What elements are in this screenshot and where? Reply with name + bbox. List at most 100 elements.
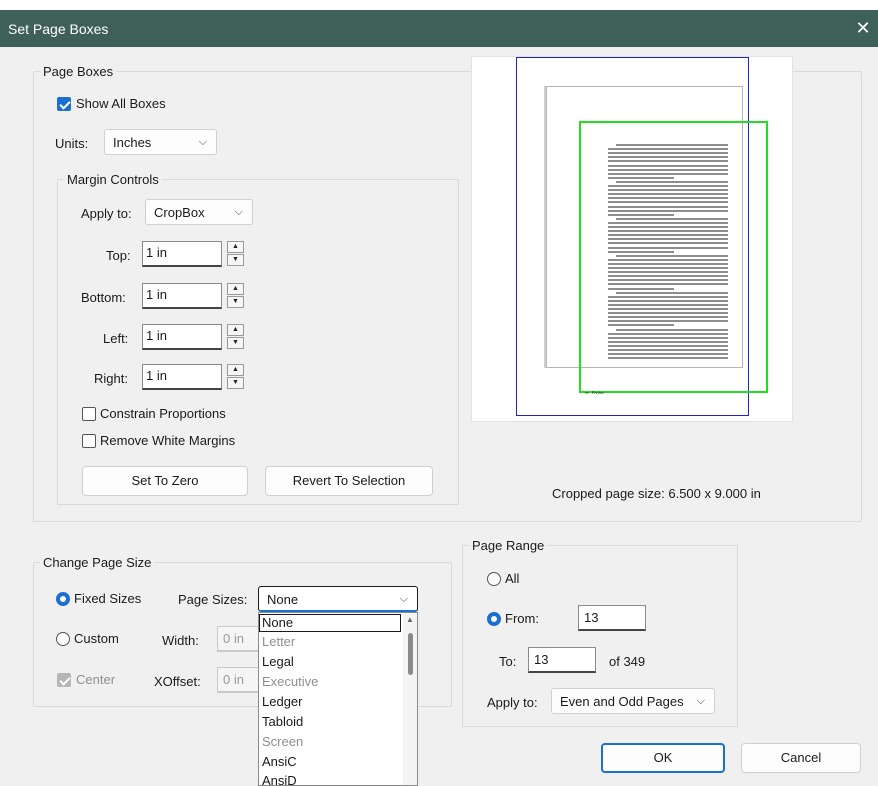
page-text-line xyxy=(608,242,728,245)
show-all-boxes-label[interactable]: Show All Boxes xyxy=(76,96,166,111)
remove-white-margins-checkbox[interactable] xyxy=(82,434,96,448)
page-text-line xyxy=(616,144,728,146)
page-folio: xv xyxy=(585,390,589,395)
chevron-down-icon[interactable]: ▼ xyxy=(227,337,244,349)
units-select[interactable]: Inches ⌵ xyxy=(104,129,217,155)
page-text-line xyxy=(608,148,728,151)
page-count: of 349 xyxy=(609,654,646,669)
center-checkbox[interactable] xyxy=(57,673,71,687)
page-text-line xyxy=(608,221,728,224)
page-sizes-select[interactable]: None ⌵ xyxy=(258,586,418,612)
remove-white-margins-label[interactable]: Remove White Margins xyxy=(100,433,235,448)
chevron-down-icon[interactable]: ▼ xyxy=(227,377,244,389)
page-text-line xyxy=(608,201,728,204)
from-page-input[interactable]: 13 xyxy=(578,605,646,631)
page-text-line xyxy=(608,160,728,163)
right-margin-input[interactable]: 1 in xyxy=(142,364,222,390)
from-radio[interactable] xyxy=(487,612,501,626)
change-page-size-legend: Change Page Size xyxy=(43,555,152,570)
page-text-line xyxy=(608,279,728,282)
scroll-up-icon[interactable]: ▲ xyxy=(406,615,414,624)
chevron-down-icon: ⌵ xyxy=(234,206,243,218)
page-text-line xyxy=(608,287,674,290)
chevron-down-icon: ⌵ xyxy=(198,136,207,148)
custom-radio[interactable] xyxy=(56,632,70,646)
width-value: 0 in xyxy=(223,631,244,646)
dropdown-option[interactable]: None xyxy=(259,614,401,632)
page-sizes-dropdown-list[interactable]: None Letter Legal Executive Ledger Tablo… xyxy=(258,612,418,786)
page-text-line xyxy=(608,213,674,216)
to-page-input[interactable]: 13 xyxy=(528,647,596,673)
page-boxes-legend: Page Boxes xyxy=(43,64,114,79)
dropdown-option[interactable]: AnsiC xyxy=(262,754,297,772)
fixed-sizes-radio[interactable] xyxy=(56,592,70,606)
page-text-line xyxy=(608,168,728,171)
page-text-line xyxy=(608,332,728,335)
dropdown-option[interactable]: AnsiD xyxy=(262,773,297,785)
custom-label[interactable]: Custom xyxy=(74,631,119,646)
cancel-button[interactable]: Cancel xyxy=(741,743,861,773)
bottom-label: Bottom: xyxy=(81,290,126,305)
range-apply-to-select[interactable]: Even and Odd Pages ⌵ xyxy=(551,688,715,714)
constrain-proportions-checkbox[interactable] xyxy=(82,407,96,421)
dropdown-option: Executive xyxy=(262,674,319,689)
chevron-down-icon: ⌵ xyxy=(696,695,705,707)
show-all-boxes-checkbox[interactable] xyxy=(57,97,71,111)
page-text-line xyxy=(608,238,728,241)
page-text-line xyxy=(608,340,728,343)
center-label[interactable]: Center xyxy=(76,672,115,687)
ok-button[interactable]: OK xyxy=(601,743,725,773)
chevron-up-icon[interactable]: ▲ xyxy=(227,364,244,376)
page-text-line xyxy=(608,267,728,269)
range-apply-to-label: Apply to: xyxy=(487,695,538,710)
bottom-margin-input[interactable]: 1 in xyxy=(142,283,222,309)
page-text-line xyxy=(608,324,674,327)
page-text-line xyxy=(616,180,728,183)
from-label[interactable]: From: xyxy=(505,611,539,626)
page-sizes-value: None xyxy=(267,592,299,607)
fixed-sizes-label[interactable]: Fixed Sizes xyxy=(74,591,141,606)
page-sizes-label: Page Sizes: xyxy=(178,592,248,607)
chevron-up-icon[interactable]: ▲ xyxy=(227,283,244,295)
close-icon[interactable]: ✕ xyxy=(852,17,874,39)
all-pages-radio[interactable] xyxy=(487,572,501,586)
right-margin-stepper[interactable]: ▲ ▼ xyxy=(227,364,244,390)
page-text-line xyxy=(608,258,728,261)
top-margin-input[interactable]: 1 in xyxy=(142,241,222,267)
dropdown-scrollbar[interactable]: ▲ xyxy=(403,613,417,785)
chevron-up-icon[interactable]: ▲ xyxy=(227,241,244,253)
dropdown-option[interactable]: Legal xyxy=(262,654,294,672)
left-margin-stepper[interactable]: ▲ ▼ xyxy=(227,324,244,350)
apply-to-select[interactable]: CropBox ⌵ xyxy=(145,199,253,225)
chevron-down-icon[interactable]: ▼ xyxy=(227,296,244,308)
dropdown-option[interactable]: Tabloid xyxy=(262,714,303,732)
page-running-head: Preface xyxy=(592,390,605,395)
width-input[interactable]: 0 in xyxy=(217,626,259,652)
set-to-zero-button[interactable]: Set To Zero xyxy=(82,466,248,496)
page-text-line xyxy=(608,185,728,187)
scrollbar-thumb[interactable] xyxy=(408,633,413,675)
left-margin-input[interactable]: 1 in xyxy=(142,324,222,350)
revert-to-selection-button[interactable]: Revert To Selection xyxy=(265,466,433,496)
page-text-line xyxy=(608,312,728,315)
chevron-up-icon[interactable]: ▲ xyxy=(227,324,244,336)
left-label: Left: xyxy=(103,331,129,346)
page-text-line xyxy=(608,295,728,298)
page-range-legend: Page Range xyxy=(472,538,545,553)
page-text-line xyxy=(608,226,728,228)
page-text-line xyxy=(608,164,728,167)
xoffset-value: 0 in xyxy=(223,672,244,687)
dropdown-option[interactable]: Ledger xyxy=(262,694,302,712)
xoffset-input[interactable]: 0 in xyxy=(217,667,259,693)
page-text-line xyxy=(608,152,728,155)
page-text-line xyxy=(608,197,728,200)
page-text-line xyxy=(608,271,728,274)
page-text-line xyxy=(608,193,728,196)
top-margin-stepper[interactable]: ▲ ▼ xyxy=(227,241,244,267)
all-pages-label[interactable]: All xyxy=(505,571,519,586)
bottom-margin-stepper[interactable]: ▲ ▼ xyxy=(227,283,244,309)
constrain-proportions-label[interactable]: Constrain Proportions xyxy=(100,406,226,421)
chevron-down-icon[interactable]: ▼ xyxy=(227,254,244,266)
page-text-line xyxy=(608,303,728,306)
right-margin-value: 1 in xyxy=(146,368,167,383)
